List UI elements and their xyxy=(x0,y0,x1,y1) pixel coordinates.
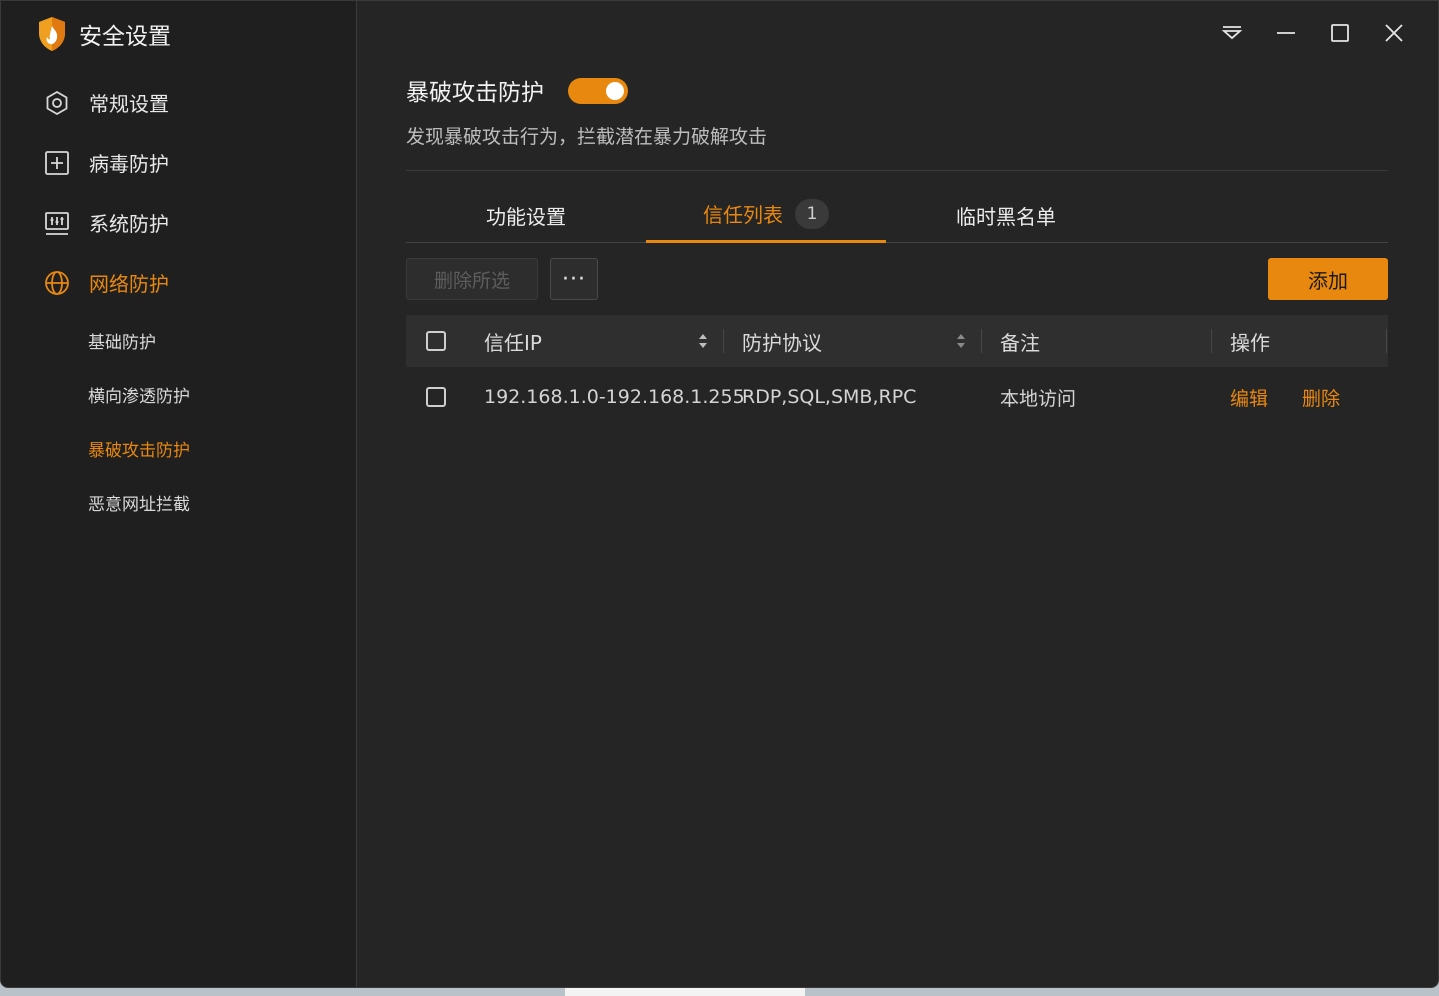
cell-trust-ip: 192.168.1.0-192.168.1.255 xyxy=(484,386,745,408)
sidebar-subitem-basic[interactable]: 基础防护 xyxy=(88,328,156,353)
column-header-trust-ip[interactable]: 信任IP xyxy=(484,315,542,367)
tab-function-settings[interactable]: 功能设置 xyxy=(406,187,646,243)
sidebar-item-general[interactable]: 常规设置 xyxy=(43,88,169,117)
close-icon xyxy=(1385,24,1403,42)
tab-label: 功能设置 xyxy=(486,204,566,229)
sidebar-subitem-lateral[interactable]: 横向渗透防护 xyxy=(88,382,190,407)
page-title: 暴破攻击防护 xyxy=(406,80,544,106)
tab-label: 信任列表 xyxy=(703,203,783,227)
background-window-edge xyxy=(565,988,805,996)
toggle-knob xyxy=(606,82,624,100)
add-button[interactable]: 添加 xyxy=(1268,258,1388,300)
column-separator xyxy=(981,329,982,353)
column-header-protocol[interactable]: 防护协议 xyxy=(742,315,822,367)
sidebar-item-label: 病毒防护 xyxy=(89,152,169,176)
tab-label: 临时黑名单 xyxy=(956,204,1056,229)
sidebar-subitem-malicious-url[interactable]: 恶意网址拦截 xyxy=(88,490,190,515)
tab-bar: 功能设置 信任列表 1 临时黑名单 xyxy=(406,187,1388,243)
sliders-icon xyxy=(45,211,69,235)
delete-link[interactable]: 删除 xyxy=(1302,367,1340,427)
table-header: 信任IP 防护协议 备注 操作 xyxy=(406,315,1388,367)
sidebar-item-virus[interactable]: 病毒防护 xyxy=(43,148,169,177)
sidebar-subitem-bruteforce[interactable]: 暴破攻击防护 xyxy=(88,436,190,461)
app-title: 安全设置 xyxy=(79,24,171,50)
cell-note: 本地访问 xyxy=(1000,387,1077,410)
maximize-icon xyxy=(1331,24,1349,42)
sidebar-item-label: 系统防护 xyxy=(89,212,169,236)
select-all-checkbox[interactable] xyxy=(426,331,446,351)
more-options-button[interactable]: ··· xyxy=(550,258,598,300)
column-header-note: 备注 xyxy=(1000,330,1040,355)
sort-icon[interactable] xyxy=(697,331,709,351)
maximize-button[interactable] xyxy=(1326,19,1354,47)
gear-icon xyxy=(46,90,68,115)
app-title-bar: 安全设置 xyxy=(37,16,171,52)
sort-icon[interactable] xyxy=(955,331,967,351)
tab-trust-list[interactable]: 信任列表 1 xyxy=(646,187,886,243)
edit-link[interactable]: 编辑 xyxy=(1230,367,1268,427)
tab-temp-blacklist[interactable]: 临时黑名单 xyxy=(886,187,1126,243)
bruteforce-protection-toggle[interactable] xyxy=(568,78,628,104)
sidebar-item-system[interactable]: 系统防护 xyxy=(43,208,169,237)
table-row: 192.168.1.0-192.168.1.255 RDP,SQL,SMB,RP… xyxy=(406,367,1388,427)
sidebar-item-network[interactable]: 网络防护 xyxy=(43,268,169,297)
page-description: 发现暴破攻击行为，拦截潜在暴力破解攻击 xyxy=(406,126,768,148)
app-window: 安全设置 常规设置 病毒防护 系统防护 网络防护 基础防护 横向渗透防护 暴破攻… xyxy=(0,0,1439,988)
cell-protocols: RDP,SQL,SMB,RPC xyxy=(742,386,917,408)
shield-flame-logo-icon xyxy=(39,17,65,51)
column-separator xyxy=(1211,329,1212,353)
menu-dropdown-button[interactable] xyxy=(1218,19,1246,47)
sidebar-item-label: 常规设置 xyxy=(89,92,169,116)
row-checkbox[interactable] xyxy=(426,387,446,407)
header-divider xyxy=(406,170,1388,171)
plus-box-icon xyxy=(45,150,69,175)
globe-icon xyxy=(45,270,69,295)
sidebar: 安全设置 常规设置 病毒防护 系统防护 网络防护 基础防护 横向渗透防护 暴破攻… xyxy=(1,1,357,987)
sidebar-item-label: 网络防护 xyxy=(89,272,169,296)
column-header-actions: 操作 xyxy=(1230,330,1270,355)
delete-selected-button[interactable]: 删除所选 xyxy=(406,258,538,300)
menu-dropdown-icon xyxy=(1221,26,1243,40)
minimize-button[interactable] xyxy=(1272,19,1300,47)
column-separator xyxy=(1386,329,1387,353)
tab-count-badge: 1 xyxy=(795,198,829,229)
close-button[interactable] xyxy=(1380,19,1408,47)
column-separator xyxy=(723,329,724,353)
minimize-icon xyxy=(1277,32,1295,34)
